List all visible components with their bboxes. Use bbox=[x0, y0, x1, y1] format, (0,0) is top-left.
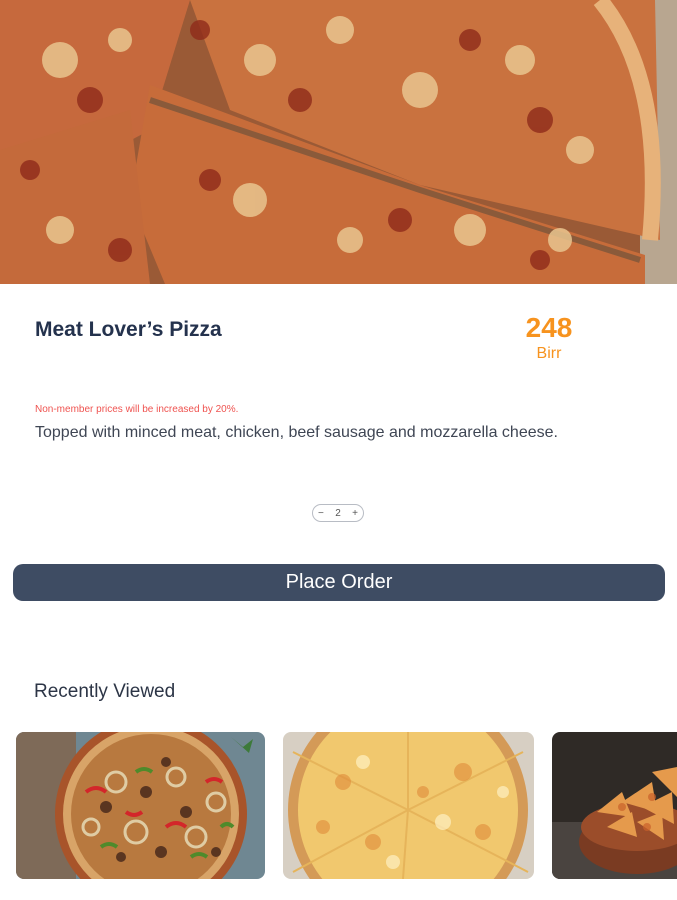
quantity-value: 2 bbox=[335, 507, 341, 519]
place-order-button[interactable]: Place Order bbox=[13, 564, 665, 601]
increase-button[interactable]: + bbox=[352, 508, 358, 519]
recent-item-supreme-pizza[interactable] bbox=[16, 732, 265, 879]
quantity-stepper: − 2 + bbox=[312, 504, 364, 522]
recent-item-chips[interactable] bbox=[552, 732, 677, 879]
product-image bbox=[0, 0, 677, 284]
member-price-note: Non-member prices will be increased by 2… bbox=[35, 404, 239, 415]
price-currency: Birr bbox=[536, 345, 562, 362]
product-title: Meat Lover’s Pizza bbox=[35, 318, 222, 341]
recently-viewed-title: Recently Viewed bbox=[34, 681, 176, 702]
price-box: 248 Birr bbox=[500, 312, 598, 364]
product-description: Topped with minced meat, chicken, beef s… bbox=[35, 424, 558, 441]
product-price: 248 bbox=[525, 312, 573, 343]
recent-item-cheese-pizza[interactable] bbox=[283, 732, 534, 879]
decrease-button[interactable]: − bbox=[318, 508, 324, 519]
